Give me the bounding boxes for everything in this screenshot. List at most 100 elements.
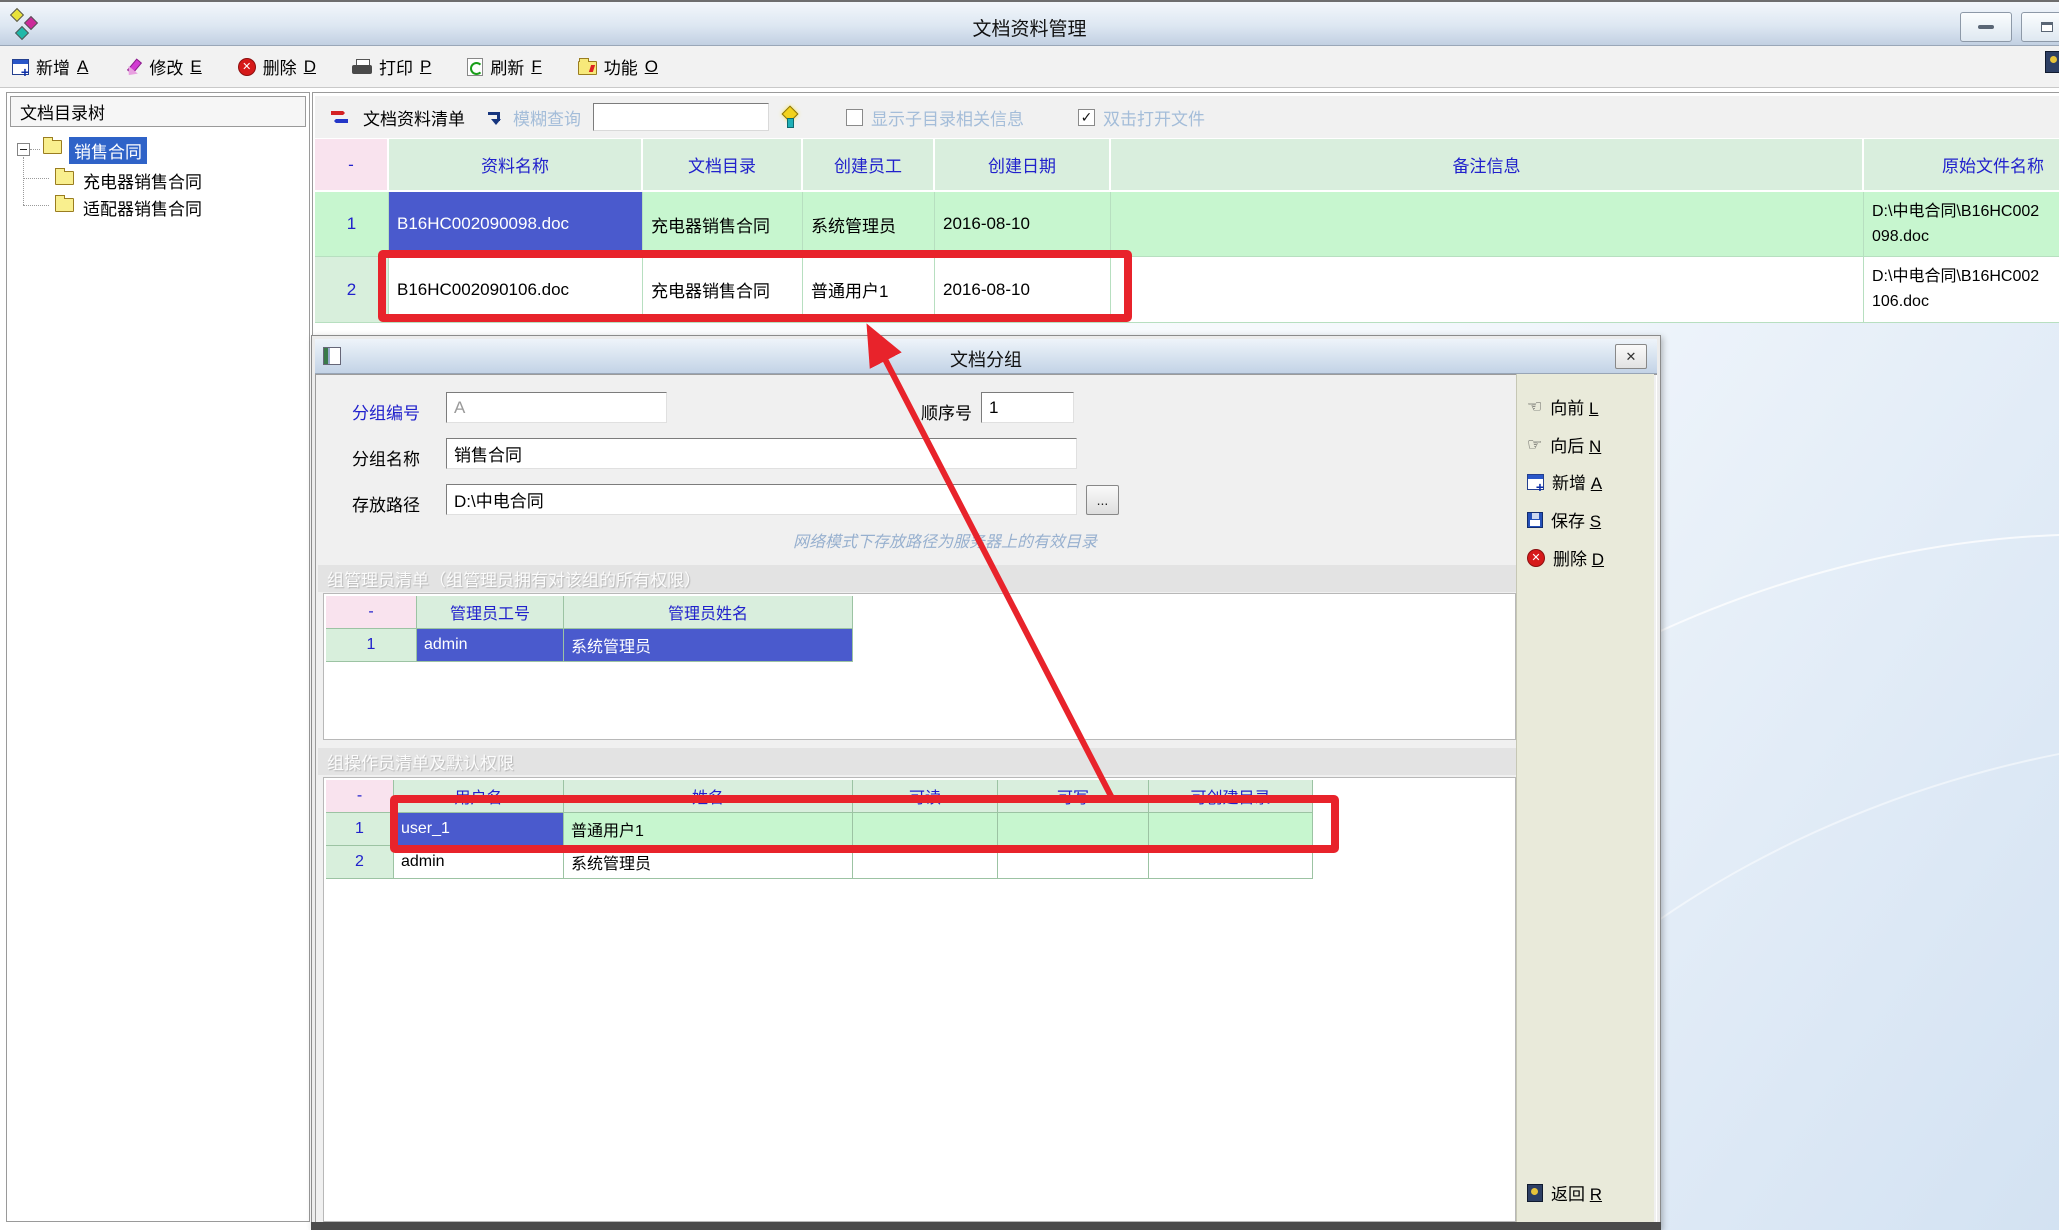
op-cell-read[interactable] [853, 813, 998, 846]
fuzzy-query-input[interactable] [593, 103, 769, 131]
dialog-title: 文档分组 [315, 346, 1657, 372]
table-row[interactable]: 1 B16HC002090098.doc 充电器销售合同 系统管理员 2016-… [315, 192, 2059, 257]
op-header-read[interactable]: 可读 [853, 780, 998, 813]
edit-button[interactable]: 修改E [124, 54, 201, 79]
hand-left-icon: ☜ [1527, 397, 1542, 417]
return-button[interactable]: 返回 R [1527, 1180, 1602, 1205]
dblclick-open-checkbox[interactable]: ✓ [1078, 109, 1095, 126]
refresh-button[interactable]: 刷新F [467, 54, 541, 79]
group-name-field[interactable]: 销售合同 [446, 438, 1077, 469]
main-toolbar: 新增 A 修改E 删除 D 打印P 刷新F 功能 O [0, 46, 2059, 88]
print-label: 打印 [379, 54, 413, 79]
directory-tree-panel: 文档目录树 销售合同 充电器销售合同 适配器销售合同 [6, 92, 310, 1222]
admin-header-name[interactable]: 管理员姓名 [564, 596, 853, 629]
folder-icon [55, 171, 74, 185]
tree-panel-header: 文档目录树 [10, 96, 306, 127]
header-dir[interactable]: 文档目录 [643, 139, 803, 192]
header-remark[interactable]: 备注信息 [1111, 139, 1864, 192]
tree-node-charger-contract[interactable]: 充电器销售合同 [83, 168, 202, 193]
operator-row[interactable]: 1 user_1 普通用户1 [326, 813, 1313, 846]
delete-button[interactable]: 删除 D [238, 54, 316, 79]
op-header-user[interactable]: 用户名 [394, 780, 564, 813]
refresh-key: F [531, 57, 541, 77]
delete-key: D [304, 57, 316, 77]
header-date[interactable]: 创建日期 [935, 139, 1111, 192]
show-subdir-checkbox[interactable] [846, 109, 863, 126]
header-file[interactable]: 原始文件名称 [1864, 139, 2059, 192]
op-cell-index: 2 [326, 846, 394, 879]
add-key: A [77, 57, 88, 77]
hand-right-icon: ☞ [1527, 435, 1542, 455]
show-subdir-checkbox-row[interactable]: 显示子目录相关信息 [846, 105, 1024, 130]
dialog-body: 分组编号 A 顺序号 1 分组名称 销售合同 存放路径 D:\中电合同 ... … [315, 374, 1657, 1226]
op-header-name[interactable]: 姓名 [564, 780, 853, 813]
folder-icon [55, 198, 74, 212]
maximize-button[interactable] [2021, 12, 2059, 42]
seq-field[interactable]: 1 [981, 392, 1074, 423]
op-cell-read[interactable] [853, 846, 998, 879]
path-field[interactable]: D:\中电合同 [446, 484, 1077, 515]
add-button[interactable]: 新增 A [12, 54, 88, 79]
add-label: 新增 [36, 54, 70, 79]
minimize-icon [1978, 25, 1994, 29]
return-icon [1527, 1184, 1543, 1202]
op-cell-mkdir[interactable] [1149, 813, 1313, 846]
edit-icon [124, 58, 142, 76]
print-button[interactable]: 打印P [352, 54, 431, 79]
op-header-index[interactable]: - [326, 780, 394, 813]
delete-label: 删除 [263, 54, 297, 79]
dialog-delete-button[interactable]: 删除 D [1527, 545, 1604, 570]
list-swap-icon[interactable] [331, 109, 351, 125]
admin-header-row: - 管理员工号 管理员姓名 [326, 596, 853, 629]
tree-collapse-toggle[interactable] [17, 143, 30, 156]
tree-node-adapter-contract[interactable]: 适配器销售合同 [83, 195, 202, 220]
show-subdir-label: 显示子目录相关信息 [871, 105, 1024, 130]
admin-cell-id[interactable]: admin [417, 629, 564, 662]
cell-dir: 充电器销售合同 [643, 192, 803, 257]
admin-header-index[interactable]: - [326, 596, 417, 629]
browse-button[interactable]: ... [1086, 485, 1119, 515]
op-cell-mkdir[interactable] [1149, 846, 1313, 879]
op-cell-user[interactable]: admin [394, 846, 564, 879]
cell-name-selected[interactable]: B16HC002090098.doc [389, 192, 643, 257]
group-no-field[interactable]: A [446, 392, 667, 423]
op-cell-write[interactable] [998, 846, 1149, 879]
function-label: 功能 [604, 54, 638, 79]
table-row[interactable]: 2 B16HC002090106.doc 充电器销售合同 普通用户1 2016-… [315, 257, 2059, 323]
admin-row[interactable]: 1 admin 系统管理员 [326, 629, 853, 662]
admin-table: - 管理员工号 管理员姓名 1 admin 系统管理员 [326, 596, 853, 662]
dialog-title-bar: 文档分组 ✕ [315, 339, 1657, 374]
path-label: 存放路径 [352, 491, 420, 516]
save-button[interactable]: 保存 S [1527, 507, 1601, 532]
admin-header-id[interactable]: 管理员工号 [417, 596, 564, 629]
table-header-row: - 资料名称 文档目录 创建员工 创建日期 备注信息 原始文件名称 [315, 139, 2059, 192]
op-header-write[interactable]: 可写 [998, 780, 1149, 813]
header-index[interactable]: - [315, 139, 389, 192]
group-name-label: 分组名称 [352, 445, 420, 470]
header-creator[interactable]: 创建员工 [803, 139, 935, 192]
op-cell-write[interactable] [998, 813, 1149, 846]
cell-creator: 系统管理员 [803, 192, 935, 257]
header-name[interactable]: 资料名称 [389, 139, 643, 192]
prev-button[interactable]: ☜ 向前 L [1527, 394, 1598, 419]
dialog-add-button[interactable]: 新增 A [1527, 469, 1602, 494]
tree-node-sales-contract[interactable]: 销售合同 [69, 137, 147, 164]
cell-dir: 充电器销售合同 [643, 257, 803, 323]
minimize-button[interactable] [1960, 12, 2012, 42]
function-button[interactable]: 功能 O [578, 54, 658, 79]
function-key: O [645, 57, 658, 77]
next-button[interactable]: ☞ 向后 N [1527, 432, 1601, 457]
op-cell-name: 系统管理员 [564, 846, 853, 879]
op-header-mkdir[interactable]: 可创建目录 [1149, 780, 1313, 813]
admin-cell-name[interactable]: 系统管理员 [564, 629, 853, 662]
exit-icon[interactable] [2045, 51, 2059, 73]
operator-row[interactable]: 2 admin 系统管理员 [326, 846, 1313, 879]
window-title: 文档资料管理 [0, 14, 2059, 41]
dialog-close-button[interactable]: ✕ [1615, 344, 1647, 369]
search-lamp-icon[interactable] [781, 107, 798, 127]
op-cell-user-selected[interactable]: user_1 [394, 813, 564, 846]
edit-label: 修改 [149, 54, 183, 79]
dblclick-open-checkbox-row[interactable]: ✓ 双击打开文件 [1078, 105, 1205, 130]
cell-name[interactable]: B16HC002090106.doc [389, 257, 643, 323]
document-group-dialog: 文档分组 ✕ 分组编号 A 顺序号 1 分组名称 销售合同 存放路径 D:\中电… [311, 335, 1661, 1230]
